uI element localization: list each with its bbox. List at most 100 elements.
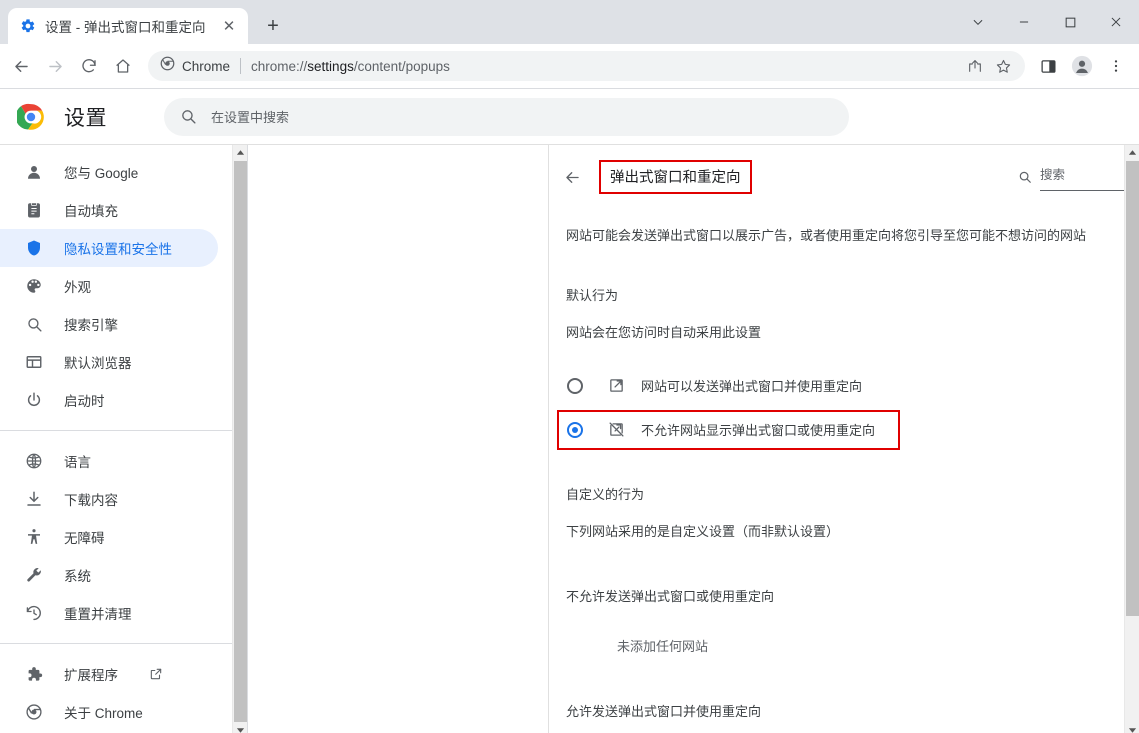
- content-card-left-edge: [548, 145, 549, 733]
- sidebar-item-label: 语言: [64, 455, 91, 470]
- main-scrollbar-thumb[interactable]: [1126, 161, 1139, 616]
- sidebar-item-label: 外观: [64, 280, 91, 295]
- sidebar-item-2-5[interactable]: 重置并清理: [0, 594, 218, 632]
- sidebar-item-1-4[interactable]: 外观: [0, 267, 218, 305]
- sidebar-item-2-2[interactable]: 下载内容: [0, 480, 218, 518]
- sidebar-divider: [0, 430, 232, 431]
- share-icon[interactable]: [961, 52, 989, 80]
- palette-icon: [24, 276, 44, 296]
- star-icon[interactable]: [989, 52, 1017, 80]
- reload-icon[interactable]: [72, 49, 106, 83]
- minimize-icon[interactable]: [1001, 0, 1047, 44]
- permission-group-label: 不允许发送弹出式窗口或使用重定向: [566, 589, 775, 604]
- sidebar-scrollbar-thumb[interactable]: [234, 161, 247, 722]
- subpage-search-input[interactable]: 搜索: [1040, 164, 1124, 191]
- open-in-new-icon: [607, 377, 625, 395]
- sidebar-container: 您与 Google 自动填充隐私设置和安全性 外观搜索引擎默认浏览器启动时语言下载内…: [0, 145, 248, 733]
- scroll-up-arrow-icon[interactable]: [1125, 145, 1139, 160]
- tab-close-icon[interactable]: ✕: [218, 15, 240, 37]
- page-description: 网站可能会发送弹出式窗口以展示广告，或者使用重定向将您引导至您可能不想访问的网站: [566, 228, 1087, 243]
- radio-button[interactable]: [567, 377, 583, 394]
- open-in-new-blocked-icon: [607, 421, 625, 439]
- permission-groups: 不允许发送弹出式窗口或使用重定向添加未添加任何网站允许发送弹出式窗口并使用重定向…: [549, 574, 1124, 733]
- window-controls: [955, 0, 1139, 44]
- chrome-logo-icon: [160, 56, 175, 76]
- url-text: chrome://settings/content/popups: [251, 59, 953, 74]
- sidebar-item-label: 启动时: [64, 394, 105, 409]
- main-container: 弹出式窗口和重定向 搜索 网站可能会发送弹出式窗口以展示广告，或者使用重定向将您…: [248, 145, 1139, 733]
- settings-search-placeholder: 在设置中搜索: [211, 110, 290, 125]
- sidebar-item-label: 隐私设置和安全性: [64, 242, 172, 257]
- shield-icon: [24, 238, 44, 258]
- main-scrollbar[interactable]: [1124, 145, 1139, 733]
- forward-arrow-icon[interactable]: [38, 49, 72, 83]
- permission-group-label: 允许发送弹出式窗口并使用重定向: [566, 704, 762, 719]
- profile-avatar-icon[interactable]: [1065, 49, 1099, 83]
- radio-option-label: 不允许网站显示弹出式窗口或使用重定向: [641, 423, 876, 438]
- sidebar-item-2-4[interactable]: 系统: [0, 556, 218, 594]
- person-icon: [24, 162, 44, 182]
- sidebar-item-label: 搜索引擎: [64, 318, 118, 333]
- search-icon: [1018, 170, 1032, 184]
- default-behavior-radio-group: 网站可以发送弹出式窗口并使用重定向不允许网站显示弹出式窗口或使用重定向: [549, 362, 1124, 450]
- browser-tab[interactable]: 设置 - 弹出式窗口和重定向 ✕: [8, 8, 248, 44]
- scroll-down-arrow-icon[interactable]: [233, 723, 248, 733]
- accessibility-icon: [24, 527, 44, 547]
- permission-group-2: 允许发送弹出式窗口并使用重定向添加: [549, 689, 1124, 733]
- radio-button[interactable]: [567, 421, 583, 438]
- subpage-search[interactable]: 搜索: [1018, 164, 1124, 191]
- sidebar-item-3-2[interactable]: 关于 Chrome: [0, 693, 218, 731]
- search-icon: [180, 108, 197, 125]
- sidebar-item-1-1[interactable]: 您与 Google: [0, 153, 218, 191]
- sidebar-item-1-6[interactable]: 默认浏览器: [0, 343, 218, 381]
- sidebar-item-label: 扩展程序: [64, 668, 118, 683]
- new-tab-button[interactable]: +: [258, 11, 288, 41]
- omnibox-actions: [961, 52, 1017, 80]
- sidebar-item-2-1[interactable]: 语言: [0, 442, 218, 480]
- close-icon[interactable]: [1093, 0, 1139, 44]
- back-arrow-icon[interactable]: [4, 49, 38, 83]
- search-icon: [24, 314, 44, 334]
- omnibox-divider: [240, 58, 242, 74]
- sidebar-item-1-5[interactable]: 搜索引擎: [0, 305, 218, 343]
- sidebar-divider: [0, 643, 232, 644]
- sidebar-scrollbar[interactable]: [232, 145, 247, 733]
- main-scroll-pane: 弹出式窗口和重定向 搜索 网站可能会发送弹出式窗口以展示广告，或者使用重定向将您…: [248, 145, 1124, 733]
- chrome-logo-icon: [24, 702, 44, 722]
- default-behavior-subtext: 网站会在您访问时自动采用此设置: [566, 324, 762, 340]
- scroll-up-arrow-icon[interactable]: [233, 145, 248, 160]
- subpage-search-label: 搜索: [1040, 167, 1066, 182]
- back-arrow-icon[interactable]: [557, 162, 587, 192]
- three-dot-menu-icon[interactable]: [1099, 49, 1133, 83]
- chrome-logo-icon: [15, 103, 45, 131]
- url-prefix: chrome://: [251, 58, 308, 74]
- settings-gear-icon: [20, 18, 36, 34]
- scroll-down-arrow-icon[interactable]: [1125, 723, 1139, 733]
- site-chip: Chrome: [160, 56, 230, 76]
- wrench-icon: [24, 565, 44, 585]
- sidebar-item-label: 无障碍: [64, 531, 105, 546]
- sidebar-item-label: 重置并清理: [64, 607, 132, 622]
- maximize-icon[interactable]: [1047, 0, 1093, 44]
- chevron-down-icon[interactable]: [955, 0, 1001, 44]
- settings-header: 设置 在设置中搜索: [0, 89, 1139, 145]
- site-chip-label: Chrome: [182, 58, 231, 74]
- subpage-title-highlight: 弹出式窗口和重定向: [599, 160, 752, 194]
- radio-option-2[interactable]: 不允许网站显示弹出式窗口或使用重定向: [557, 409, 900, 450]
- sidebar-item-3-1[interactable]: 扩展程序: [0, 655, 218, 693]
- side-panel-icon[interactable]: [1031, 49, 1065, 83]
- content-card: 弹出式窗口和重定向 搜索 网站可能会发送弹出式窗口以展示广告，或者使用重定向将您…: [549, 145, 1124, 733]
- settings-search-input[interactable]: 在设置中搜索: [164, 97, 849, 136]
- sidebar-item-1-2[interactable]: 自动填充: [0, 191, 218, 229]
- sidebar-item-label: 自动填充: [64, 204, 118, 219]
- sidebar-item-1-3[interactable]: 隐私设置和安全性: [0, 229, 218, 267]
- tab-title: 设置 - 弹出式窗口和重定向: [45, 20, 206, 35]
- history-restore-icon: [24, 603, 44, 623]
- address-bar[interactable]: Chrome chrome://settings/content/popups: [148, 51, 1025, 81]
- radio-option-1[interactable]: 网站可以发送弹出式窗口并使用重定向: [549, 362, 1124, 410]
- home-icon[interactable]: [106, 49, 140, 83]
- sidebar-item-1-7[interactable]: 启动时: [0, 381, 218, 419]
- power-icon: [24, 390, 44, 410]
- sidebar-item-2-3[interactable]: 无障碍: [0, 518, 218, 556]
- sidebar-item-label: 系统: [64, 569, 91, 584]
